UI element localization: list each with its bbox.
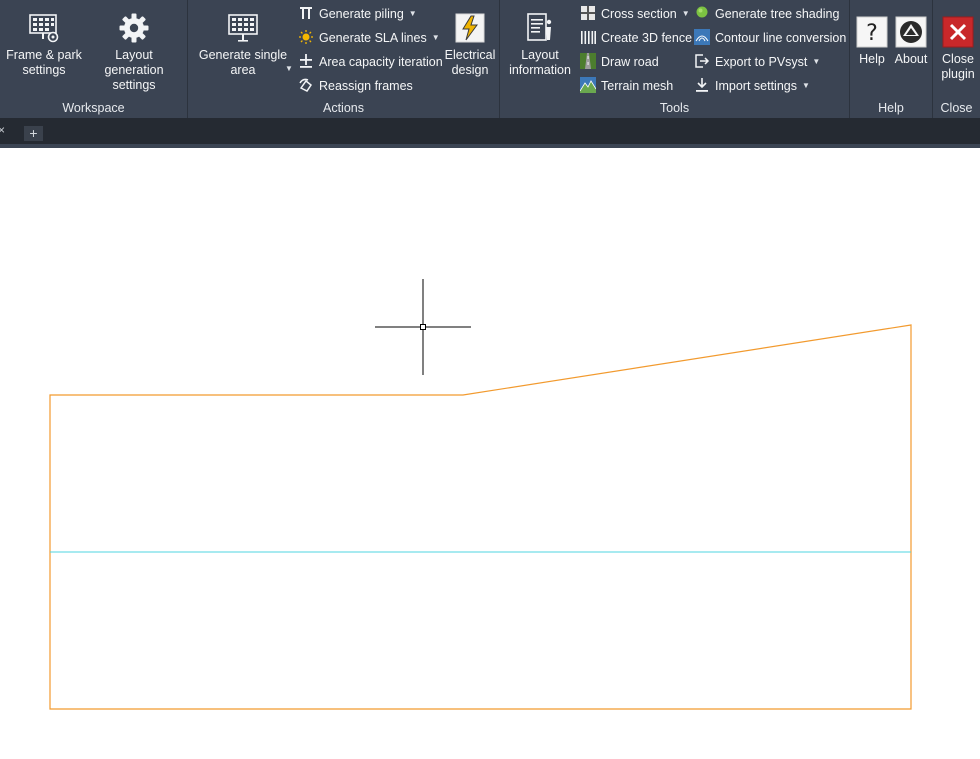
document-info-icon <box>527 13 552 41</box>
export-to-pvsyst-label: Export to PVsyst <box>715 55 808 69</box>
layout-information-button[interactable]: Layout information <box>506 12 574 78</box>
generate-piling-label: Generate piling <box>319 7 404 21</box>
export-to-pvsyst-button[interactable]: Export to PVsyst ▼ <box>694 53 820 71</box>
gear-icon <box>119 13 149 43</box>
help-group-label: Help <box>878 101 904 115</box>
tools-group: Layout information Cross section ▼ Create… <box>500 0 850 118</box>
tools-group-label: Tools <box>659 101 690 115</box>
generate-tree-shading-button[interactable]: Generate tree shading <box>694 5 839 23</box>
close-plugin-label-2: plugin <box>941 67 975 81</box>
generate-single-area-label-2: area <box>230 63 256 77</box>
contour-line-conversion-button[interactable]: Contour line conversion <box>694 29 846 47</box>
frame-park-settings-label-1: Frame & park <box>6 48 82 62</box>
frame-park-settings-button[interactable]: Frame & park settings <box>5 12 83 78</box>
road-icon <box>580 53 596 69</box>
tree-icon <box>696 6 708 18</box>
piling-icon <box>300 7 312 19</box>
area-capacity-iteration-label: Area capacity iteration <box>319 55 443 69</box>
download-icon <box>696 78 708 92</box>
draw-road-button[interactable]: Draw road <box>580 53 659 71</box>
generate-piling-button[interactable]: Generate piling ▼ <box>298 5 417 23</box>
generate-single-area-label-1: Generate single <box>198 48 288 62</box>
contour-line-conversion-label: Contour line conversion <box>715 31 847 45</box>
generate-sla-lines-dropdown-icon[interactable]: ▼ <box>432 29 440 47</box>
electrical-design-label-1: Electrical <box>444 48 496 62</box>
workspace-group: Frame & park settings Layout generation … <box>0 0 188 118</box>
ribbon: Frame & park settings Layout generation … <box>0 0 980 118</box>
layout-generation-settings-button[interactable]: Layout generation settings <box>84 12 184 93</box>
terrain-mesh-button[interactable]: Terrain mesh <box>580 77 673 95</box>
close-icon <box>942 16 974 48</box>
layout-information-label-2: information <box>509 63 571 77</box>
crosshair-cursor-icon <box>375 279 471 375</box>
logo-icon <box>895 16 927 48</box>
generate-tree-shading-label: Generate tree shading <box>715 7 840 21</box>
cross-section-dropdown-icon[interactable]: ▼ <box>682 5 690 23</box>
fence-icon <box>581 31 596 44</box>
help-button-label: Help <box>859 52 885 66</box>
layout-generation-settings-label-1: Layout generation <box>104 48 164 77</box>
close-group-label: Close <box>940 101 973 115</box>
close-plugin-button[interactable]: Close plugin <box>938 16 978 82</box>
create-3d-fence-button[interactable]: Create 3D fence <box>580 29 692 47</box>
export-to-pvsyst-dropdown-icon[interactable]: ▼ <box>812 53 820 71</box>
cross-section-button[interactable]: Cross section ▼ <box>580 5 690 23</box>
area-capacity-iteration-button[interactable]: Area capacity iteration <box>298 53 443 71</box>
generate-sla-lines-label: Generate SLA lines <box>319 31 427 45</box>
sun-icon <box>299 30 313 44</box>
import-settings-button[interactable]: Import settings ▼ <box>694 77 810 95</box>
help-button[interactable]: ? Help <box>855 16 889 67</box>
workspace-group-label: Workspace <box>62 101 125 115</box>
help-group: ? Help About Help <box>850 0 933 118</box>
close-group: Close plugin Close <box>933 0 980 118</box>
document-tab-bar <box>0 118 980 144</box>
reassign-frames-label: Reassign frames <box>319 79 413 93</box>
actions-group: Generate single area ▼ Generate piling ▼ … <box>188 0 500 118</box>
generate-sla-lines-button[interactable]: Generate SLA lines ▼ <box>298 29 440 47</box>
cross-section-icon <box>581 6 595 20</box>
tab-close-icon[interactable]: × <box>0 123 5 137</box>
about-button[interactable]: About <box>893 16 929 67</box>
layout-generation-settings-label-2: settings <box>112 78 156 92</box>
terrain-mesh-label: Terrain mesh <box>601 79 674 93</box>
site-boundary[interactable] <box>49 324 912 710</box>
generate-single-area-dropdown-icon[interactable]: ▼ <box>285 64 293 73</box>
layout-information-label-1: Layout <box>521 48 559 62</box>
draw-road-label: Draw road <box>601 55 659 69</box>
reassign-frames-button[interactable]: Reassign frames <box>298 77 413 95</box>
generate-piling-dropdown-icon[interactable]: ▼ <box>409 5 417 23</box>
create-3d-fence-label: Create 3D fence <box>601 31 693 45</box>
lightning-icon <box>455 13 485 43</box>
generate-single-area-button[interactable]: Generate single area <box>198 12 288 78</box>
frame-park-settings-label-2: settings <box>22 63 66 77</box>
electrical-design-button[interactable]: Electrical design <box>444 12 496 78</box>
electrical-design-label-2: design <box>451 63 489 77</box>
svg-text:?: ? <box>866 21 878 46</box>
solar-panel-gear-icon <box>29 14 59 43</box>
about-button-label: About <box>894 52 928 66</box>
import-settings-dropdown-icon[interactable]: ▼ <box>802 77 810 95</box>
reassign-icon <box>299 78 313 92</box>
close-plugin-label-1: Close <box>942 52 974 66</box>
terrain-mesh-icon <box>580 77 596 93</box>
export-icon <box>695 54 710 68</box>
drawing-canvas[interactable] <box>0 148 980 759</box>
question-mark-icon: ? <box>856 16 888 48</box>
solar-panel-icon <box>228 14 258 42</box>
contour-icon <box>694 29 710 45</box>
cross-section-label: Cross section <box>601 7 677 21</box>
actions-group-label: Actions <box>323 101 364 115</box>
new-tab-button[interactable]: + <box>24 126 43 141</box>
import-settings-label: Import settings <box>715 79 797 93</box>
plus-minus-icon <box>300 54 312 68</box>
